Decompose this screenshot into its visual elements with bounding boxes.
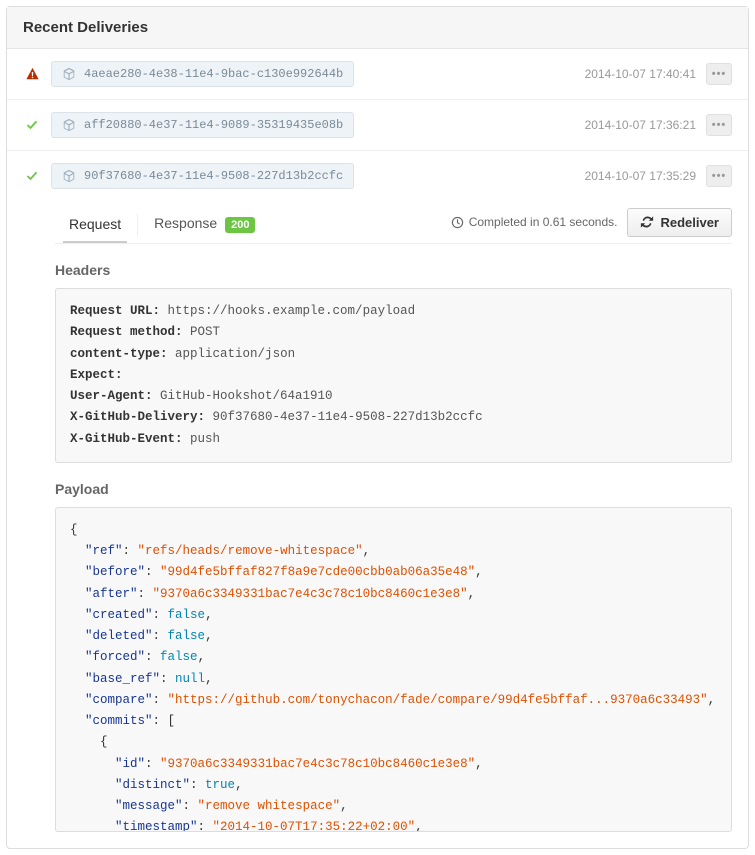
package-icon [62, 118, 76, 132]
guid-text: 4aeae280-4e38-11e4-9bac-c130e992644b [84, 67, 343, 81]
delivery-guid[interactable]: 4aeae280-4e38-11e4-9bac-c130e992644b [51, 61, 354, 87]
delivery-row: aff20880-4e37-11e4-9089-35319435e08b 201… [7, 100, 748, 151]
clock-icon [451, 216, 464, 229]
response-status-badge: 200 [225, 217, 255, 233]
redeliver-button[interactable]: Redeliver [627, 208, 732, 237]
delivery-row: 4aeae280-4e38-11e4-9bac-c130e992644b 201… [7, 49, 748, 100]
package-icon [62, 67, 76, 81]
tab-request[interactable]: Request [55, 208, 135, 242]
delivery-guid[interactable]: aff20880-4e37-11e4-9089-35319435e08b [51, 112, 354, 138]
delivery-timestamp: 2014-10-07 17:40:41 [585, 67, 696, 81]
redeliver-label: Redeliver [660, 215, 719, 230]
tab-response-label: Response [154, 215, 217, 231]
delivery-actions-button[interactable]: ••• [706, 63, 732, 85]
delivery-actions-button[interactable]: ••• [706, 114, 732, 136]
check-icon [23, 119, 41, 131]
delivery-timestamp: 2014-10-07 17:36:21 [585, 118, 696, 132]
guid-text: 90f37680-4e37-11e4-9508-227d13b2ccfc [84, 169, 343, 183]
panel-title: Recent Deliveries [7, 7, 748, 49]
alert-icon [23, 67, 41, 81]
delivery-row: 90f37680-4e37-11e4-9508-227d13b2ccfc 201… [7, 151, 748, 201]
delivery-detail: Request Response 200 Completed in 0.61 s… [7, 201, 748, 848]
completed-time: Completed in 0.61 seconds. [451, 215, 618, 229]
headers-title: Headers [55, 262, 732, 278]
tab-separator [137, 214, 138, 236]
completed-text: Completed in 0.61 seconds. [469, 215, 618, 229]
payload-title: Payload [55, 481, 732, 497]
recent-deliveries-panel: Recent Deliveries 4aeae280-4e38-11e4-9ba… [6, 6, 749, 849]
delivery-timestamp: 2014-10-07 17:35:29 [585, 169, 696, 183]
package-icon [62, 169, 76, 183]
tabs: Request Response 200 Completed in 0.61 s… [55, 201, 732, 244]
sync-icon [640, 215, 654, 229]
tab-response[interactable]: Response 200 [140, 207, 269, 243]
delivery-actions-button[interactable]: ••• [706, 165, 732, 187]
delivery-guid[interactable]: 90f37680-4e37-11e4-9508-227d13b2ccfc [51, 163, 354, 189]
payload-box: { "ref": "refs/heads/remove-whitespace",… [55, 507, 732, 832]
headers-box: Request URL: https://hooks.example.com/p… [55, 288, 732, 463]
guid-text: aff20880-4e37-11e4-9089-35319435e08b [84, 118, 343, 132]
check-icon [23, 170, 41, 182]
